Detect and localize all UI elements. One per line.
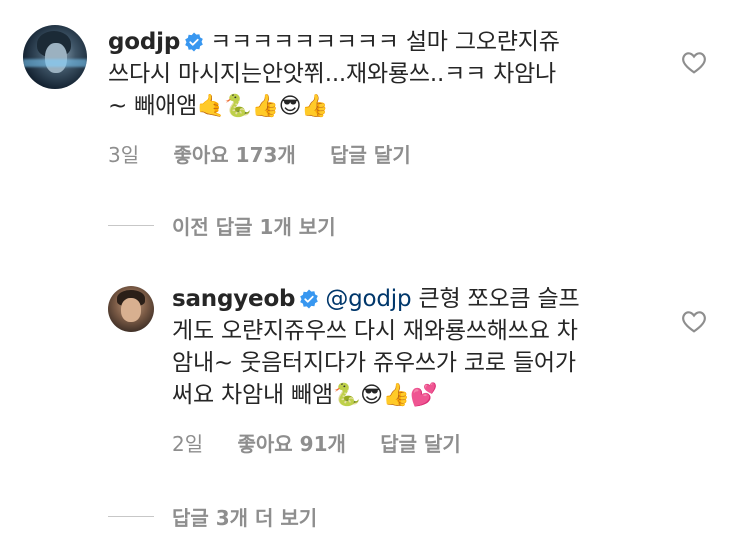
verified-badge-icon (300, 289, 319, 309)
avatar[interactable] (23, 25, 87, 89)
view-previous-label: 이전 답글 1개 보기 (172, 215, 336, 239)
comment-text-line-2: 게도 오랸지쥬우쓰 다시 재와룡쓰해쓰요 차 (172, 318, 578, 344)
avatar-light-streak (23, 59, 87, 67)
view-more-replies[interactable]: 답글 3개 더 보기 (108, 502, 317, 531)
comment-time: 2일 (172, 432, 204, 456)
comment-text-line-4: 써요 차암내 빼앰 (172, 382, 333, 408)
heart-outline-icon[interactable] (681, 309, 707, 333)
comment-text-line-3: ~ 빼애앰 (108, 93, 198, 119)
likes-count[interactable]: 좋아요 173개 (173, 143, 295, 167)
comment-time: 3일 (108, 143, 140, 167)
avatar-face (45, 43, 67, 73)
comment-body: godjp ㅋㅋㅋㅋㅋㅋㅋㅋㅋ 설마 그오랸지쥬 쓰다시 마시지는안앗쮜...재와… (108, 26, 628, 123)
avatar[interactable] (108, 286, 154, 332)
comment-meta: 3일 좋아요 173개 답글 달기 (108, 139, 439, 168)
divider (108, 516, 154, 517)
comment-text-line-1: 큰형 쪼오큼 슬프 (411, 286, 580, 312)
avatar-face (121, 298, 141, 322)
comment-meta: 2일 좋아요 91개 답글 달기 (172, 428, 489, 457)
username[interactable]: godjp (108, 29, 180, 55)
reply-button[interactable]: 답글 달기 (380, 432, 461, 456)
reply-button[interactable]: 답글 달기 (330, 143, 411, 167)
likes-count[interactable]: 좋아요 91개 (237, 432, 345, 456)
comment-text-line-3: 암내~ 웃음터지다가 쥬우쓰가 코로 들어가 (172, 350, 576, 376)
comment-body: sangyeob @godjp 큰형 쪼오큼 슬프 게도 오랸지쥬우쓰 다시 재와… (172, 283, 642, 412)
emoji-sequence: 🐍😎👍💕 (332, 383, 438, 408)
heart-outline-icon[interactable] (681, 50, 707, 74)
view-more-label: 답글 3개 더 보기 (172, 506, 318, 530)
verified-badge-icon (185, 32, 203, 52)
comment-text-line-2: 쓰다시 마시지는안앗쮜...재와룡쓰..ㅋㅋ 차암나 (108, 61, 557, 87)
comment-text-line-1: ㅋㅋㅋㅋㅋㅋㅋㅋㅋ 설마 그오랸지쥬 (210, 29, 560, 55)
mention-link[interactable]: @godjp (325, 286, 411, 312)
username[interactable]: sangyeob (172, 286, 296, 312)
emoji-sequence: 🤙🐍👍😎👍 (197, 94, 329, 119)
view-previous-replies[interactable]: 이전 답글 1개 보기 (108, 211, 336, 240)
divider (108, 225, 154, 226)
